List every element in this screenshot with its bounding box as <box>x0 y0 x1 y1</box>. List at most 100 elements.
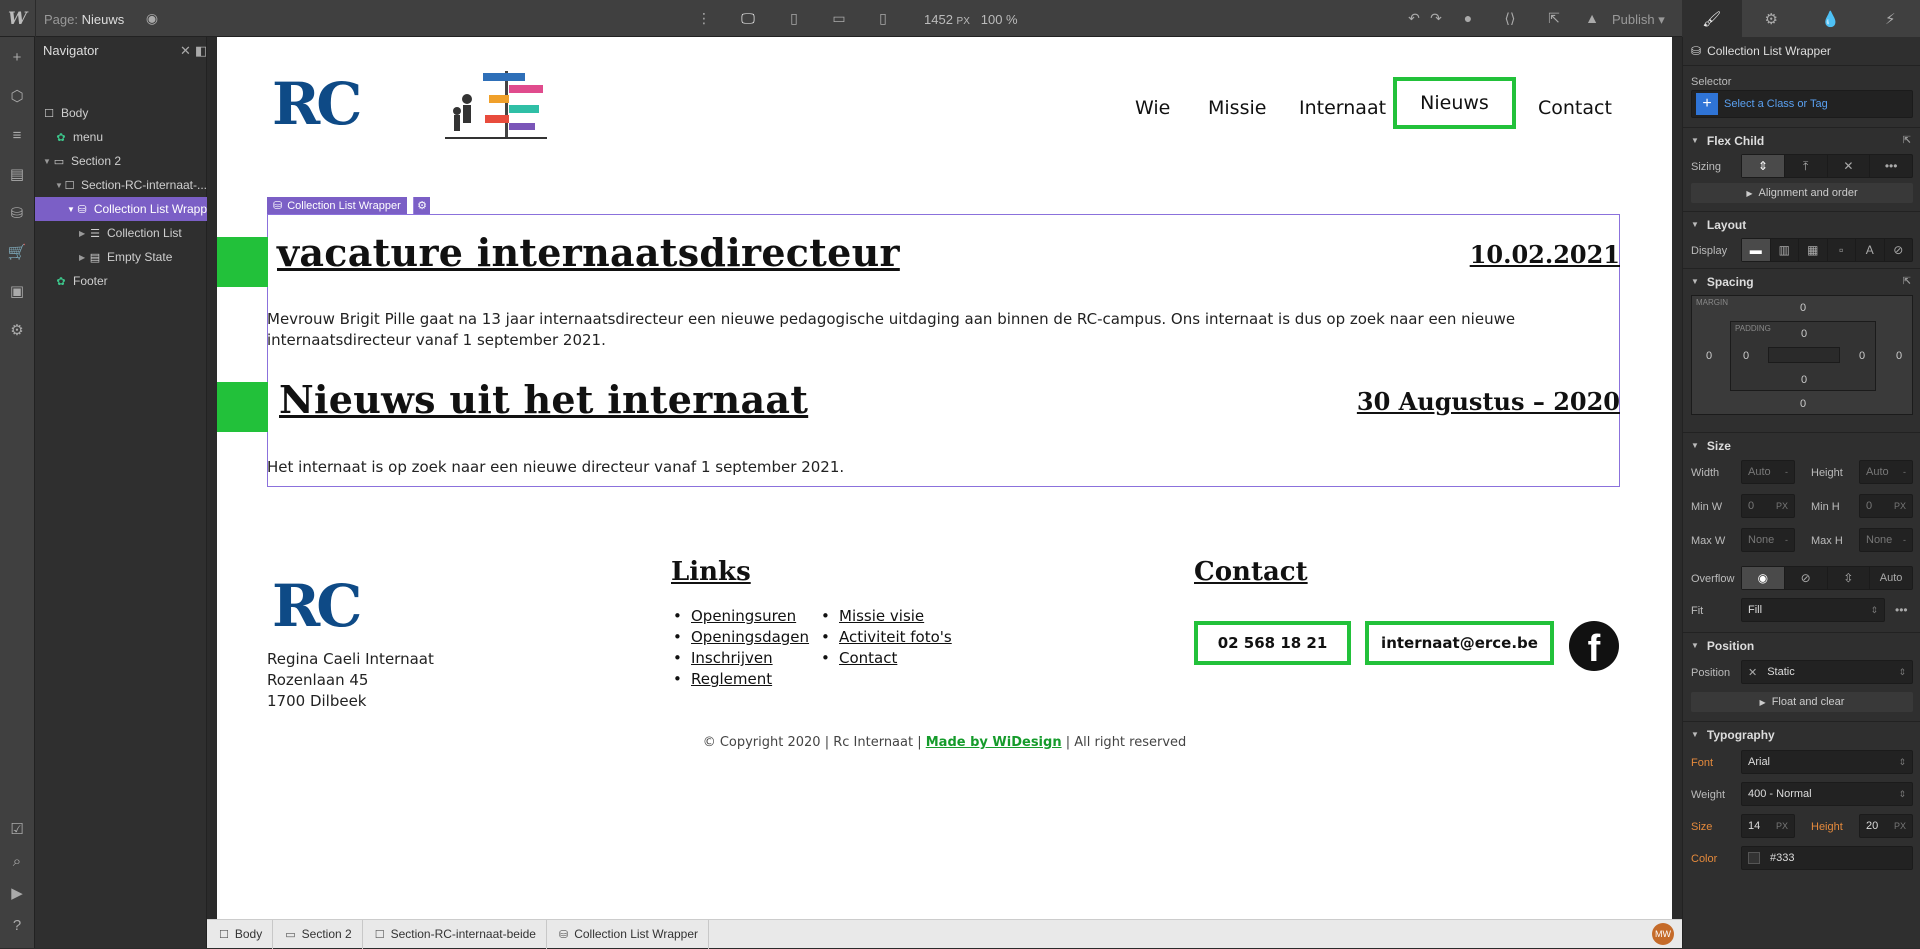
ecommerce-cart-icon[interactable]: 🛒 <box>5 240 29 264</box>
mobile-landscape-icon[interactable]: ▭ <box>827 6 851 30</box>
webflow-logo[interactable]: W <box>8 9 28 29</box>
footer-link[interactable]: Inschrijven <box>691 649 773 667</box>
audit-check-icon[interactable]: ☑ <box>5 817 29 841</box>
sizing-control[interactable]: ⇕⤒✕••• <box>1741 154 1913 178</box>
display-flex-icon[interactable]: ▥ <box>1771 239 1800 261</box>
spacing-section[interactable]: ▼Spacing⇱ <box>1683 268 1920 294</box>
nav-link-nieuws[interactable]: Nieuws <box>1393 77 1516 129</box>
settings-gear-icon[interactable]: ⚙ <box>1742 0 1802 37</box>
footer-rc-logo[interactable]: RC <box>272 572 358 640</box>
nav-link-contact[interactable]: Contact <box>1538 97 1612 119</box>
desktop-breakpoint-icon[interactable]: 🖵 <box>736 6 760 30</box>
preview-eye-icon[interactable]: ◉ <box>140 6 164 30</box>
typography-section[interactable]: ▼Typography <box>1683 721 1920 747</box>
footer-link[interactable]: Reglement <box>691 670 772 688</box>
padding-editor[interactable]: PADDING 0 0 0 0 <box>1730 321 1876 391</box>
overflow-control[interactable]: ◉⊘⇳Auto <box>1741 566 1913 590</box>
color-input[interactable]: #333 <box>1741 846 1913 870</box>
fit-select[interactable]: Fill⇕ <box>1741 598 1885 622</box>
selector-input[interactable]: +Select a Class or Tag <box>1691 90 1913 118</box>
add-panel-icon[interactable]: + <box>5 45 29 69</box>
footer-link[interactable]: Contact <box>839 649 897 667</box>
overflow-hidden-icon[interactable]: ⊘ <box>1785 567 1828 589</box>
breadcrumb-section-2[interactable]: ▭Section 2 <box>273 920 362 949</box>
spacing-editor[interactable]: MARGIN 0 0 0 0 PADDING 0 0 0 0 <box>1691 295 1913 415</box>
redo-icon[interactable]: ↷ <box>1424 6 1448 30</box>
color-swatch[interactable] <box>1748 852 1760 864</box>
breadcrumb-collection-wrapper[interactable]: ⛁Collection List Wrapper <box>547 920 709 949</box>
nav-item-collection-list[interactable]: ▶☰Collection List <box>35 221 207 245</box>
padding-top[interactable]: 0 <box>1801 328 1807 340</box>
overflow-scroll-icon[interactable]: ⇳ <box>1828 567 1871 589</box>
padding-left[interactable]: 0 <box>1743 350 1749 362</box>
breadcrumb-section-rc[interactable]: ☐Section-RC-internaat-beide <box>363 920 547 949</box>
layout-section[interactable]: ▼Layout <box>1683 211 1920 237</box>
margin-left[interactable]: 0 <box>1706 350 1712 362</box>
nav-item-collection-list-wrapper[interactable]: ▼⛁Collection List Wrapp <box>35 197 207 221</box>
nav-link-wie[interactable]: Wie <box>1135 97 1170 119</box>
footer-link[interactable]: Openingsuren <box>691 607 796 625</box>
navigator-layers-icon[interactable]: ≡ <box>5 123 29 147</box>
min-height-input[interactable]: 0PX <box>1859 494 1913 518</box>
line-height-input[interactable]: 20PX <box>1859 814 1913 838</box>
design-canvas[interactable]: RC Wie Missie Internaat Nieuws Contact ⛁… <box>217 37 1672 919</box>
video-tutorials-icon[interactable]: ▶ <box>5 881 29 905</box>
none-icon[interactable]: ✕ <box>1828 155 1871 177</box>
interactions-lightning-icon[interactable]: ⚡ <box>1861 0 1920 37</box>
post-title[interactable]: Nieuws uit het internaat <box>279 377 808 422</box>
element-settings-gear-icon[interactable]: ⚙ <box>413 197 430 214</box>
email-button[interactable]: internaat@erce.be <box>1365 621 1554 665</box>
overflow-auto-option[interactable]: Auto <box>1870 567 1912 589</box>
footer-link[interactable]: Activiteit foto's <box>839 628 952 646</box>
nav-link-missie[interactable]: Missie <box>1208 97 1266 119</box>
breadcrumb-body[interactable]: ☐Body <box>207 920 273 949</box>
position-section[interactable]: ▼Position <box>1683 632 1920 658</box>
phone-button[interactable]: 02 568 18 21 <box>1194 621 1351 665</box>
font-size-input[interactable]: 14PX <box>1741 814 1795 838</box>
min-width-input[interactable]: 0PX <box>1741 494 1795 518</box>
display-block-icon[interactable]: ▬ <box>1742 239 1771 261</box>
pages-icon[interactable]: ▤ <box>5 162 29 186</box>
flex-child-section[interactable]: ▼Flex Child⇱ <box>1683 127 1920 153</box>
style-manager-drops-icon[interactable]: 💧 <box>1801 0 1861 37</box>
more-vertical-icon[interactable]: ⋮ <box>692 6 716 30</box>
tablet-breakpoint-icon[interactable]: ▯ <box>782 6 806 30</box>
assets-image-icon[interactable]: ▣ <box>5 279 29 303</box>
display-grid-icon[interactable]: ▦ <box>1799 239 1828 261</box>
weight-select[interactable]: 400 - Normal⇕ <box>1741 782 1913 806</box>
search-icon[interactable]: ⌕ <box>5 849 29 873</box>
page-selector[interactable]: Page: Nieuws <box>44 12 124 27</box>
expand-icon[interactable]: ⇱ <box>1903 276 1911 287</box>
nav-item-footer[interactable]: ✿Footer <box>35 269 207 293</box>
export-icon[interactable]: ⇱ <box>1542 6 1566 30</box>
nav-item-section-rc[interactable]: ▼☐Section-RC-internaat-... <box>35 173 207 197</box>
canvas-scrollbar[interactable] <box>1672 37 1682 919</box>
size-section[interactable]: ▼Size <box>1683 432 1920 458</box>
margin-right[interactable]: 0 <box>1896 350 1902 362</box>
display-none-icon[interactable]: ⊘ <box>1885 239 1913 261</box>
help-icon[interactable]: ? <box>5 913 29 937</box>
symbols-cube-icon[interactable]: ⬡ <box>5 84 29 108</box>
cms-database-icon[interactable]: ⛁ <box>5 201 29 225</box>
height-input[interactable]: Auto- <box>1859 460 1913 484</box>
undo-icon[interactable]: ↶ <box>1402 6 1426 30</box>
code-icon[interactable]: ⟨⟩ <box>1498 6 1522 30</box>
max-width-input[interactable]: None- <box>1741 528 1795 552</box>
margin-top[interactable]: 0 <box>1800 302 1806 314</box>
style-brush-icon[interactable]: 🖌 <box>1682 0 1742 37</box>
more-icon[interactable]: ••• <box>1870 155 1912 177</box>
facebook-icon[interactable]: f <box>1569 621 1619 671</box>
nav-link-internaat[interactable]: Internaat <box>1299 97 1386 119</box>
expand-icon[interactable]: ⇱ <box>1903 135 1911 146</box>
nav-item-body[interactable]: ☐Body <box>35 101 207 125</box>
selected-element-tag[interactable]: ⛁Collection List Wrapper <box>267 197 407 214</box>
post-title[interactable]: vacature internaatsdirecteur <box>277 230 900 275</box>
nav-item-section-2[interactable]: ▼▭Section 2 <box>35 149 207 173</box>
max-height-input[interactable]: None- <box>1859 528 1913 552</box>
comments-icon[interactable]: ● <box>1456 6 1480 30</box>
float-clear-button[interactable]: ▶Float and clear <box>1691 692 1913 712</box>
position-select[interactable]: ✕Static⇕ <box>1741 660 1913 684</box>
project-settings-gear-icon[interactable]: ⚙ <box>5 318 29 342</box>
mobile-portrait-icon[interactable]: ▯ <box>871 6 895 30</box>
font-select[interactable]: Arial⇕ <box>1741 750 1913 774</box>
